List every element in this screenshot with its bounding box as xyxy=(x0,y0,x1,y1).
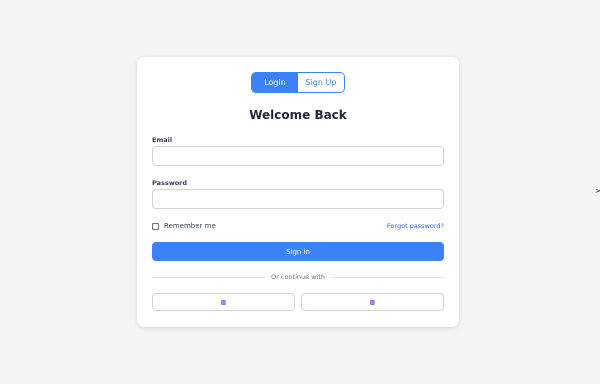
email-label: Email xyxy=(152,136,173,144)
divider-line-right xyxy=(331,276,445,278)
password-field[interactable] xyxy=(152,189,444,209)
divider-line-left xyxy=(152,276,266,278)
edge-text: > xyxy=(595,187,600,195)
social-login-button-2[interactable]: ▩ xyxy=(301,293,444,311)
broken-image-icon: ▩ xyxy=(220,298,227,306)
email-field[interactable] xyxy=(152,146,444,166)
remember-me[interactable]: Remember me xyxy=(152,222,216,230)
login-card: Login Sign Up Welcome Back Email Passwor… xyxy=(137,57,459,327)
tab-sign-up[interactable]: Sign Up xyxy=(298,73,344,92)
remember-me-label: Remember me xyxy=(164,222,216,230)
password-label: Password xyxy=(152,179,188,187)
broken-image-icon: ▩ xyxy=(369,298,376,306)
page-title: Welcome Back xyxy=(249,108,347,122)
social-login-button-1[interactable]: ▩ xyxy=(152,293,295,311)
sign-in-button[interactable]: Sign in xyxy=(152,242,444,261)
forgot-password-link[interactable]: Forgot password? xyxy=(387,222,444,230)
remember-me-checkbox[interactable] xyxy=(152,222,159,230)
tab-login[interactable]: Login xyxy=(252,73,298,92)
divider: Or continue with xyxy=(152,273,445,281)
divider-text: Or continue with xyxy=(271,273,325,281)
auth-tabs: Login Sign Up xyxy=(251,72,345,93)
